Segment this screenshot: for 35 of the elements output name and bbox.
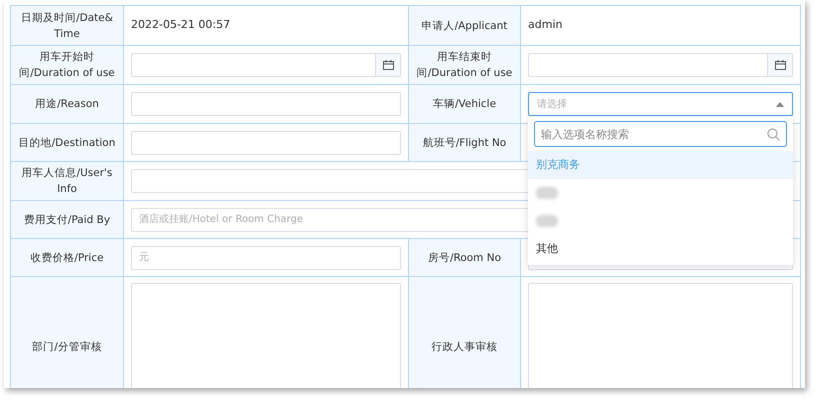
field-value: admin: [528, 18, 562, 32]
calendar-icon: [382, 60, 394, 70]
select-placeholder: 请选择: [537, 98, 567, 112]
date-input[interactable]: [131, 53, 375, 77]
dropdown-option[interactable]: 其他: [528, 235, 793, 263]
field-label: 房号/Room No: [428, 252, 502, 264]
blurred-text: [536, 215, 558, 227]
input-field[interactable]: [131, 92, 401, 116]
field-label: 日期及时间/Date& Time: [21, 12, 113, 40]
text-area[interactable]: [528, 283, 793, 388]
field-label: 收费价格/Price: [30, 252, 104, 264]
field-label: 用车人信息/User's Info: [22, 167, 112, 195]
calendar-button[interactable]: [767, 53, 793, 77]
field-value: 2022-05-21 00:57: [131, 18, 230, 32]
search-icon: [767, 128, 780, 141]
field-label: 车辆/Vehicle: [432, 98, 496, 110]
text-area[interactable]: [131, 283, 401, 388]
field-label: 用车开始时间/Duration of use: [19, 51, 115, 79]
date-input[interactable]: [528, 53, 767, 77]
blurred-text: [536, 187, 558, 199]
calendar-icon: [774, 60, 786, 70]
field-label: 航班号/Flight No: [422, 136, 506, 148]
field-label: 费用支付/Paid By: [24, 214, 110, 226]
field-label: 用车结束时间/Duration of use: [416, 51, 512, 79]
input-field[interactable]: [131, 130, 401, 154]
dropdown-option[interactable]: 别克商务: [528, 151, 793, 179]
field-label: 申请人/Applicant: [422, 20, 508, 32]
field-label: 目的地/Destination: [18, 136, 116, 148]
field-label: 行政人事审核: [432, 340, 498, 352]
select-field[interactable]: 请选择: [528, 92, 793, 116]
caret-up-icon: [776, 102, 784, 106]
field-label: 部门/分管审核: [32, 340, 102, 352]
calendar-button[interactable]: [375, 53, 401, 77]
search-field[interactable]: 输入选项名称搜索: [534, 121, 787, 147]
field-label: 用途/Reason: [35, 98, 99, 110]
